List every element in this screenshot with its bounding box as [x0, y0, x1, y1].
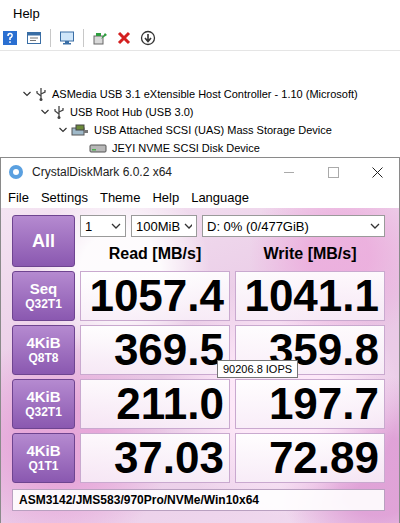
menu-item[interactable]: File	[8, 190, 29, 205]
help-icon[interactable]	[2, 30, 18, 46]
dropdown-icon	[370, 222, 380, 230]
crystaldiskmark-window: CrystalDiskMark 6.0.2 x64 File Settings The…	[0, 157, 400, 523]
disk-icon	[89, 141, 107, 155]
maximize-button[interactable]	[311, 158, 355, 186]
chevron-icon[interactable]	[22, 89, 32, 99]
screen: Help ASMedia USB 3.1 eXtensible Host Cont…	[0, 0, 400, 523]
test-button[interactable]: SeqQ32T1	[12, 271, 75, 321]
write-result: 197.7	[235, 379, 385, 429]
count-select[interactable]: 1	[80, 215, 126, 237]
test-button[interactable]: 4KiBQ1T1	[12, 433, 75, 483]
drive-select[interactable]: D: 0% (0/477GiB)	[202, 215, 385, 237]
read-result: 369.5	[80, 325, 230, 375]
close-icon	[372, 167, 383, 178]
tree-item[interactable]: USB Attached SCSI (UAS) Mass Storage Dev…	[0, 121, 400, 139]
tree-label: USB Attached SCSI (UAS) Mass Storage Dev…	[92, 124, 332, 136]
tree-item[interactable]: USB Root Hub (USB 3.0)	[0, 103, 400, 121]
read-result: 211.0	[80, 379, 230, 429]
write-result: 72.89	[235, 433, 385, 483]
dropdown-icon	[111, 222, 121, 230]
menu-bar: File Settings Theme Help Language	[1, 186, 399, 208]
tree-label: JEYI NVME SCSI Disk Device	[110, 142, 260, 154]
app-icon	[8, 164, 24, 180]
tree-item[interactable]: ASMedia USB 3.1 eXtensible Host Controll…	[0, 85, 400, 103]
title-bar: CrystalDiskMark 6.0.2 x64	[1, 158, 399, 186]
update-driver-icon[interactable]	[92, 30, 108, 46]
tree-item[interactable]: JEYI NVME SCSI Disk Device	[0, 139, 400, 157]
minimize-icon	[284, 172, 294, 173]
toolbar-separator	[50, 29, 51, 47]
tree-label: ASMedia USB 3.1 eXtensible Host Controll…	[50, 88, 358, 100]
test-button[interactable]: 4KiBQ8T8	[12, 325, 75, 375]
minimize-button[interactable]	[267, 158, 311, 186]
dropdown-icon	[184, 222, 192, 230]
maximize-icon	[328, 167, 339, 178]
disable-icon[interactable]	[140, 30, 156, 46]
menu-bar: Help	[0, 0, 400, 26]
close-button[interactable]	[355, 158, 399, 186]
menu-item[interactable]: Settings	[41, 190, 88, 205]
all-button[interactable]: All	[12, 215, 75, 267]
write-result: 1041.1	[235, 271, 385, 321]
menu-item[interactable]: Help	[152, 190, 179, 205]
chevron-icon[interactable]	[40, 107, 50, 117]
device-manager: Help ASMedia USB 3.1 eXtensible Host Cont…	[0, 0, 400, 157]
read-header: Read [MB/s]	[80, 241, 230, 267]
menu-item[interactable]: Help	[10, 6, 43, 21]
usb-icon	[53, 105, 65, 119]
window-title: CrystalDiskMark 6.0.2 x64	[24, 165, 172, 179]
storage-controller-icon	[71, 123, 89, 137]
size-select[interactable]: 100MiB	[131, 215, 197, 237]
uninstall-icon[interactable]	[116, 30, 132, 46]
usb-icon	[35, 87, 47, 101]
monitor-icon[interactable]	[59, 30, 75, 46]
benchmark-panel: All1100MiBD: 0% (0/477GiB) Read [MB/s]Wri…	[1, 208, 399, 523]
toolbar	[0, 26, 400, 51]
device-tree: ASMedia USB 3.1 eXtensible Host Controll…	[0, 51, 400, 157]
tooltip: 90206.8 IOPS	[217, 360, 298, 378]
menu-item[interactable]: Theme	[100, 190, 140, 205]
write-header: Write [MB/s]	[235, 241, 385, 267]
comment-field[interactable]: ASM3142/JMS583/970Pro/NVMe/Win10x64	[12, 489, 385, 511]
menu-item[interactable]: Language	[191, 190, 249, 205]
tree-label: USB Root Hub (USB 3.0)	[68, 106, 194, 118]
read-result: 1057.4	[80, 271, 230, 321]
test-button[interactable]: 4KiBQ32T1	[12, 379, 75, 429]
read-result: 37.03	[80, 433, 230, 483]
toolbar-separator	[83, 29, 84, 47]
chevron-icon[interactable]	[58, 125, 68, 135]
properties-icon[interactable]	[26, 30, 42, 46]
